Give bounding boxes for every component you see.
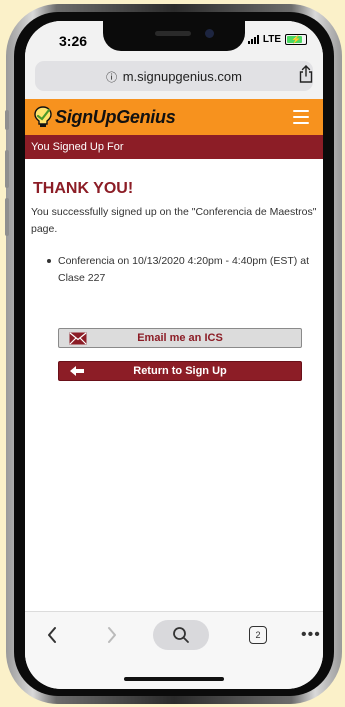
page-title: THANK YOU! — [33, 180, 134, 197]
email-ics-label: Email me an ICS — [137, 332, 223, 344]
arrow-left-icon — [70, 366, 84, 376]
network-type: LTE — [262, 34, 281, 45]
signup-item: Conferencia on 10/13/2020 4:20pm - 4:40p… — [58, 255, 309, 284]
site-header: SignUpGenius — [25, 99, 323, 135]
search-icon — [173, 627, 189, 643]
return-label: Return to Sign Up — [133, 365, 227, 377]
status-indicators: LTE ⚡ — [247, 34, 307, 45]
chevron-right-icon[interactable] — [107, 626, 117, 649]
chevron-left-icon[interactable] — [47, 626, 57, 649]
volume-down-button — [5, 198, 9, 236]
lightbulb-icon — [34, 106, 52, 127]
envelope-icon — [69, 332, 87, 345]
tabs-icon[interactable]: 2 — [249, 626, 267, 644]
volume-up-button — [5, 150, 9, 188]
signal-icon — [247, 35, 259, 44]
front-camera — [205, 29, 214, 38]
hamburger-menu-icon[interactable] — [293, 110, 309, 128]
status-time: 3:26 — [59, 33, 88, 49]
share-icon[interactable] — [299, 65, 313, 88]
home-indicator[interactable] — [124, 677, 224, 681]
logo-text: SignUpGenius — [55, 106, 176, 127]
bullet-icon — [47, 259, 51, 263]
browser-address-area: ⓘ m.signupgenius.com — [25, 57, 323, 99]
address-bar[interactable]: ⓘ m.signupgenius.com — [35, 61, 313, 91]
url-display[interactable]: ⓘ m.signupgenius.com — [35, 69, 313, 85]
subheader-text: You Signed Up For — [31, 141, 124, 153]
phone-screen: 3:26 LTE ⚡ ⓘ m.signupgenius.com SignUpGe… — [25, 21, 323, 689]
signupgenius-logo[interactable]: SignUpGenius — [33, 105, 176, 129]
silent-switch — [5, 110, 9, 130]
return-to-signup-button[interactable]: Return to Sign Up — [58, 361, 302, 381]
speaker-grille — [155, 31, 191, 36]
page-subheader: You Signed Up For — [25, 135, 323, 159]
battery-icon: ⚡ — [285, 34, 307, 45]
info-circle-icon: ⓘ — [106, 72, 118, 84]
search-button[interactable] — [153, 620, 209, 650]
email-ics-button[interactable]: Email me an ICS — [58, 328, 302, 348]
notch — [103, 21, 245, 51]
confirmation-message: You successfully signed up on the "Confe… — [31, 206, 317, 235]
url-text: m.signupgenius.com — [122, 69, 242, 84]
more-dots-icon[interactable]: ••• — [301, 626, 321, 644]
